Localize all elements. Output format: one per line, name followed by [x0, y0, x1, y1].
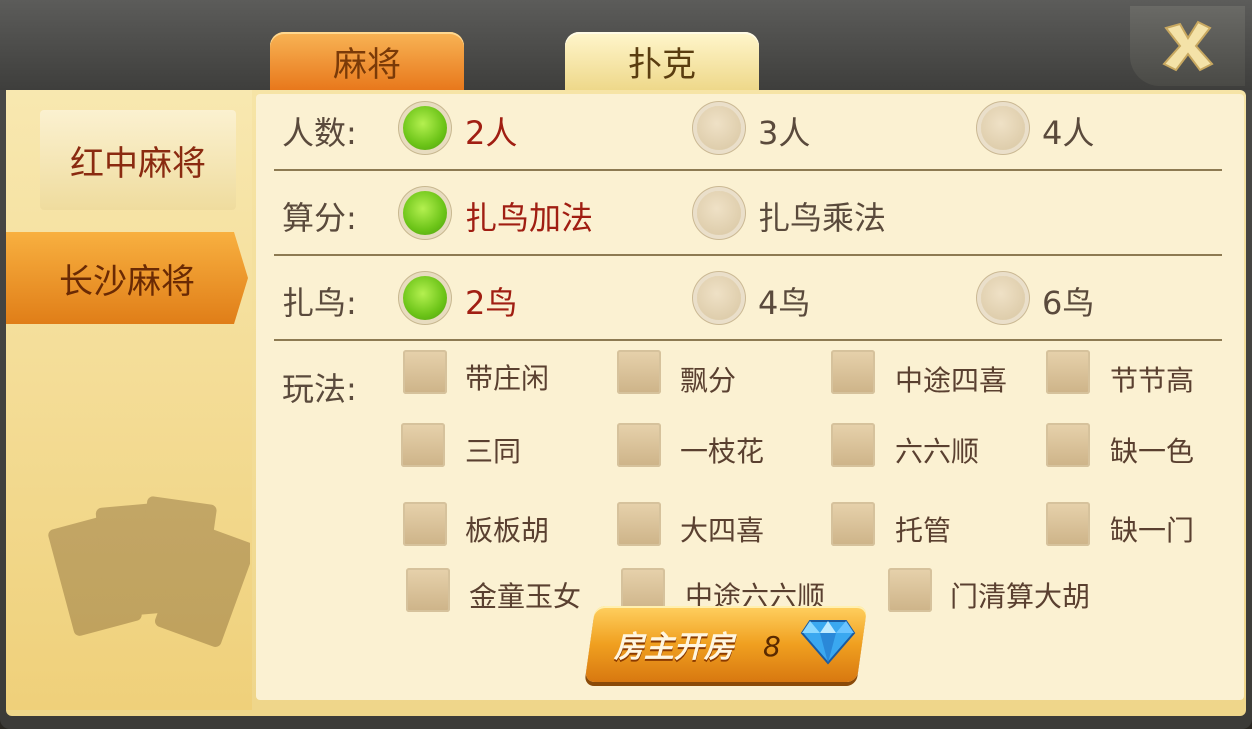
rule-checkbox[interactable]: [403, 350, 447, 394]
cards-decoration-icon: [48, 496, 250, 647]
rule-checkbox[interactable]: [1046, 502, 1090, 546]
close-icon: [1161, 20, 1214, 72]
rules-label: 玩法:: [282, 370, 357, 408]
row-divider: [274, 169, 1222, 171]
rule-label-queyimen[interactable]: 缺一门: [1110, 509, 1194, 549]
rule-label-queyise[interactable]: 缺一色: [1110, 430, 1194, 470]
create-room-cost[interactable]: 8: [763, 630, 781, 663]
rule-label-tuoguan[interactable]: 托管: [895, 509, 951, 549]
row-divider: [274, 254, 1222, 256]
players-option-2[interactable]: 2人: [465, 108, 517, 154]
create-room-label[interactable]: 房主开房: [614, 622, 734, 666]
rule-checkbox[interactable]: [617, 423, 661, 467]
rule-label-yizhihua[interactable]: 一枝花: [680, 430, 764, 470]
rule-label-piaofen[interactable]: 飘分: [680, 359, 736, 399]
rule-label-dasixi[interactable]: 大四喜: [680, 509, 764, 549]
rule-label-liuliushun[interactable]: 六六顺: [895, 430, 979, 470]
row-divider: [274, 339, 1222, 341]
birds-option-4[interactable]: 4鸟: [758, 278, 810, 324]
rule-checkbox[interactable]: [617, 350, 661, 394]
sidebar-item-changsha[interactable]: 长沙麻将: [6, 232, 248, 324]
birds-radio-6[interactable]: [981, 276, 1025, 320]
rule-checkbox[interactable]: [888, 568, 932, 612]
scoring-label: 算分:: [282, 199, 357, 237]
players-radio-4[interactable]: [981, 106, 1025, 150]
close-button[interactable]: [1130, 6, 1245, 86]
rule-checkbox[interactable]: [1046, 350, 1090, 394]
rule-checkbox[interactable]: [1046, 423, 1090, 467]
birds-radio-4[interactable]: [697, 276, 741, 320]
scoring-radio-multiply[interactable]: [697, 191, 741, 235]
players-radio-3[interactable]: [697, 106, 741, 150]
birds-radio-2[interactable]: [403, 276, 447, 320]
scoring-radio-add[interactable]: [403, 191, 447, 235]
players-label: 人数:: [282, 114, 357, 152]
sidebar-item-hongzhong[interactable]: 红中麻将: [40, 110, 236, 210]
rule-checkbox[interactable]: [831, 423, 875, 467]
rule-label-daizhuangxian[interactable]: 带庄闲: [465, 357, 549, 397]
scoring-option-add[interactable]: 扎鸟加法: [465, 193, 593, 239]
rule-checkbox[interactable]: [403, 502, 447, 546]
rule-checkbox[interactable]: [406, 568, 450, 612]
diamond-icon: [800, 620, 856, 665]
rule-checkbox[interactable]: [831, 350, 875, 394]
rule-checkbox[interactable]: [401, 423, 445, 467]
tab-poker[interactable]: 扑克: [565, 32, 759, 90]
birds-label: 扎鸟:: [282, 284, 357, 322]
players-radio-2[interactable]: [403, 106, 447, 150]
players-option-4[interactable]: 4人: [1042, 108, 1094, 154]
rule-label-menqingsuandahu[interactable]: 门清算大胡: [950, 575, 1090, 615]
birds-option-6[interactable]: 6鸟: [1042, 278, 1094, 324]
rule-label-zhongtusixi[interactable]: 中途四喜: [895, 359, 1007, 399]
rule-checkbox[interactable]: [831, 502, 875, 546]
birds-option-2[interactable]: 2鸟: [465, 278, 517, 324]
rule-label-jintongyunv[interactable]: 金童玉女: [469, 575, 581, 615]
scoring-option-multiply[interactable]: 扎鸟乘法: [758, 193, 886, 239]
tab-mahjong[interactable]: 麻将: [270, 32, 464, 90]
players-option-3[interactable]: 3人: [758, 108, 810, 154]
rule-label-santong[interactable]: 三同: [465, 430, 521, 470]
rule-label-banbanhu[interactable]: 板板胡: [465, 509, 549, 549]
rule-label-jiejiegao[interactable]: 节节高: [1110, 359, 1194, 399]
rule-checkbox[interactable]: [617, 502, 661, 546]
